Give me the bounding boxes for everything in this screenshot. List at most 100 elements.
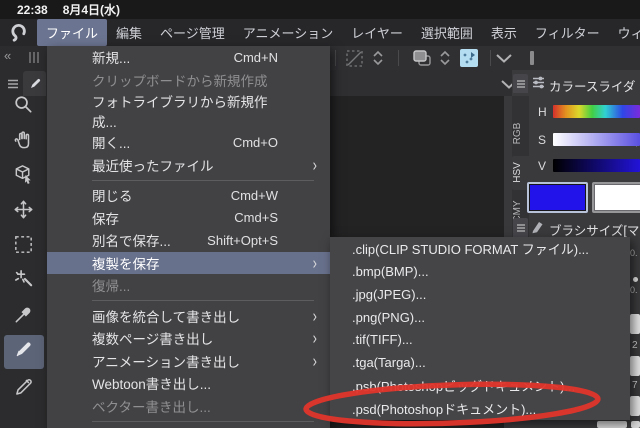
menu-bar-item[interactable]: 表示 [482,19,526,46]
menu-separator [47,297,330,305]
menu-bar-item[interactable]: 編集 [107,19,151,46]
file-menu-item[interactable]: 新規... Cmd+N [47,46,330,69]
operation-icon [12,163,35,191]
file-menu-dropdown: 新規... Cmd+N クリップボードから新規作成 フォトライブラリから新規作成… [47,46,330,428]
brush-size-cell[interactable] [597,421,627,428]
menu-bar-item-label: ファイル [46,26,99,41]
toolbar-divider [335,50,336,66]
submenu-item[interactable]: .tif(TIFF)... [330,329,630,352]
overflow-chevron-icon[interactable] [495,53,513,64]
file-menu-item[interactable]: 画像を統合して書き出し › [47,305,330,328]
menu-bar-item[interactable]: ページ管理 [151,19,234,46]
menu-bar-item[interactable]: アニメーション [234,19,342,46]
stepper-chevrons-icon[interactable] [372,49,384,67]
menu-item-label: 開く... [92,136,131,152]
tool-button[interactable] [4,300,44,334]
file-menu-item[interactable]: 別名で保存... Shift+Opt+S [47,229,330,252]
brush-size-cell[interactable] [631,421,640,428]
panel-menu-icon[interactable] [513,74,528,93]
menu-bar-item[interactable]: ウィン [609,19,640,46]
menu-item-label: アニメーション書き出し [92,354,240,370]
menu-bar-item-label: アニメーション [242,26,334,41]
tool-button[interactable] [4,370,44,404]
submenu-item-label: .clip(CLIP STUDIO FORMAT ファイル)... [352,241,589,257]
tool-button[interactable] [4,160,44,194]
zoom-icon [12,93,35,121]
menu-item-label: 別名で保存... [92,234,171,250]
menu-item-shortcut: Cmd+W [230,187,278,203]
tab-rgb[interactable]: RGB [512,116,529,151]
tool-button[interactable] [4,125,44,159]
submenu-item[interactable]: .psd(Photoshopドキュメント)... [330,397,630,420]
file-menu-item[interactable]: 保存 Cmd+S [47,207,330,230]
tool-button[interactable] [4,265,44,299]
file-menu-item[interactable]: 複製を保存 › [47,251,330,274]
tool-button[interactable] [3,335,44,369]
menu-item-shortcut: Shift+Opt+S [207,232,278,248]
sub-color-swatch[interactable] [592,182,640,213]
brush-size-cell[interactable] [630,396,640,416]
saturation-slider[interactable] [553,133,640,146]
app-menu-bar: ファイル 編集 ページ管理 アニメーション レイヤー 選択範囲 表示 フィルター… [0,19,640,46]
file-menu-item[interactable]: 複数ページ書き出し › [47,327,330,350]
file-menu-item[interactable]: 閉じる Cmd+W [47,184,330,207]
panel-menu-icon[interactable] [513,218,528,237]
submenu-item-label: .png(PNG)... [352,309,425,325]
menu-bar-items: ファイル 編集 ページ管理 アニメーション レイヤー 選択範囲 表示 フィルター… [37,19,640,46]
tool-button[interactable] [4,230,44,264]
submenu-item-label: .psb(Photoshopビッグドキュメント)... [352,379,576,395]
file-menu-item[interactable]: クリップボードから新規作成 [47,69,330,92]
submenu-item[interactable]: .tga(Targa)... [330,351,630,374]
file-menu-item[interactable]: 復帰... [47,274,330,297]
submenu-item[interactable]: .bmp(BMP)... [330,260,630,283]
main-color-swatch[interactable] [527,182,588,213]
drag-handle-icon[interactable] [28,51,40,64]
pencil-icon [12,373,35,401]
file-menu-item[interactable]: 開く... Cmd+O [47,131,330,154]
brush-size-fragment: 0. [630,285,638,295]
hue-slider-row: H [529,105,640,119]
deselect-icon[interactable] [345,49,364,68]
color-slider-icon [531,75,546,95]
menu-bar-item[interactable]: フィルター [526,19,609,46]
menu-item-label: 画像を統合して書き出し [92,309,241,325]
toolbar-divider [398,50,399,66]
stepper-chevrons-icon[interactable] [439,49,451,67]
menu-item-shortcut: Cmd+S [234,210,278,226]
hue-slider[interactable] [553,105,640,118]
file-menu-item[interactable]: Webtoon書き出し... [47,372,330,395]
submenu-item[interactable]: .png(PNG)... [330,306,630,329]
menu-item-label: Webtoon書き出し... [92,377,212,393]
menu-item-label: 保存 [92,211,119,227]
submenu-item[interactable]: .clip(CLIP STUDIO FORMAT ファイル)... [330,237,630,260]
tool-button[interactable] [4,90,44,124]
menu-bar-item[interactable]: ファイル [37,19,108,46]
brush-size-cell[interactable] [630,314,640,334]
tool-button[interactable] [4,195,44,229]
brush-size-value: 7 [632,380,638,391]
toolbar-divider [490,50,491,66]
collapse-panel-icon[interactable]: « [4,48,11,63]
file-menu-item[interactable]: フォトライブラリから新規作成... [47,91,330,131]
clock: 22:38 [17,2,48,17]
file-menu-item[interactable]: ベクター書き出し... [47,395,330,418]
file-menu-item[interactable]: アニメーション書き出し › [47,350,330,373]
value-slider[interactable] [553,159,640,172]
layers-icon[interactable] [411,48,433,68]
menu-item-label: 新規... [92,51,131,67]
tool-list [0,90,47,404]
brush-size-cell[interactable] [630,356,640,376]
menu-bar-item-label: ウィン [617,26,640,41]
submenu-item[interactable]: .jpg(JPEG)... [330,283,630,306]
menu-bar-item[interactable]: レイヤー [342,19,412,46]
submenu-item[interactable]: .psb(Photoshopビッグドキュメント)... [330,374,630,397]
tool-palette: « [0,46,47,428]
marquee-icon [12,233,35,261]
file-menu-item[interactable]: 最近使ったファイル › [47,154,330,177]
menu-bar-item[interactable]: 選択範囲 [412,19,482,46]
clip-studio-logo-icon [8,22,29,43]
panel-drag-handle[interactable] [530,51,534,65]
tool-menu-icon[interactable] [6,77,20,91]
screentone-icon[interactable] [459,48,479,68]
value-slider-row: V [529,159,640,173]
